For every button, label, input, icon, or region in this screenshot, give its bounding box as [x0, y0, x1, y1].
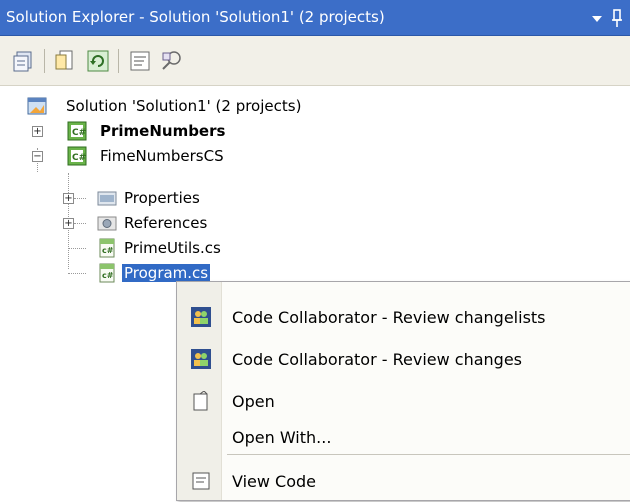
window-title: Solution Explorer - Solution 'Solution1'… — [6, 8, 385, 26]
node-label: Properties — [124, 189, 200, 207]
csharp-file-icon: c# — [96, 262, 118, 284]
tree-line — [68, 248, 86, 249]
svg-text:C#: C# — [72, 128, 86, 138]
solution-properties-icon[interactable] — [12, 49, 36, 73]
solution-icon — [26, 95, 48, 117]
menu-item-review-changes[interactable]: Code Collaborator - Review changes — [177, 338, 630, 380]
project-label: FimeNumbersCS — [100, 147, 224, 165]
properties-folder-icon — [96, 187, 118, 209]
references-folder-icon — [96, 212, 118, 234]
tree-line — [74, 223, 86, 224]
solution-explorer-toolbar — [0, 36, 630, 86]
code-collaborator-icon — [191, 349, 211, 369]
tree-line — [74, 198, 86, 199]
svg-text:c#: c# — [102, 246, 114, 255]
collapse-icon[interactable]: − — [32, 151, 43, 162]
menu-separator — [227, 454, 630, 455]
menu-item-review-changelists[interactable]: Code Collaborator - Review changelists — [177, 296, 630, 338]
menu-item-label: Code Collaborator - Review changes — [232, 350, 523, 369]
open-file-icon — [191, 390, 211, 411]
csharp-file-icon: c# — [96, 237, 118, 259]
project-label: PrimeNumbers — [100, 122, 226, 140]
menu-item-label: Open With... — [232, 428, 332, 447]
expand-icon[interactable]: + — [63, 193, 74, 204]
menu-item-view-code[interactable]: View Code — [177, 460, 630, 502]
node-label: PrimeUtils.cs — [124, 239, 221, 257]
node-label-selected: Program.cs — [122, 264, 211, 282]
context-menu: Code Collaborator - Review changelists C… — [176, 281, 630, 501]
show-all-files-icon[interactable] — [54, 49, 78, 73]
solution-label: Solution 'Solution1' (2 projects) — [66, 97, 302, 115]
refresh-icon[interactable] — [86, 49, 110, 73]
csharp-project-icon: C# — [66, 145, 88, 167]
menu-item-open-with[interactable]: Open With... — [177, 416, 630, 458]
menu-item-label: Code Collaborator - Review changelists — [232, 308, 546, 327]
pin-icon[interactable] — [610, 6, 624, 30]
menu-item-label: Open — [232, 392, 275, 411]
titlebar-controls — [586, 6, 626, 30]
class-view-icon[interactable] — [160, 49, 184, 73]
csharp-project-icon: C# — [66, 120, 88, 142]
toolbar-separator — [118, 49, 119, 73]
view-code-icon — [191, 471, 211, 491]
menu-item-label: View Code — [232, 472, 317, 491]
svg-text:c#: c# — [102, 271, 114, 280]
svg-text:C#: C# — [72, 153, 86, 163]
toolbar-separator — [44, 49, 45, 73]
tree-line — [68, 273, 86, 274]
expand-icon[interactable]: + — [32, 126, 43, 137]
expand-icon[interactable]: + — [63, 218, 74, 229]
solution-explorer-titlebar: Solution Explorer - Solution 'Solution1'… — [0, 0, 630, 36]
node-label: References — [124, 214, 208, 232]
view-code-icon[interactable] — [128, 49, 152, 73]
dropdown-arrow-icon[interactable] — [590, 6, 604, 30]
code-collaborator-icon — [191, 307, 211, 327]
